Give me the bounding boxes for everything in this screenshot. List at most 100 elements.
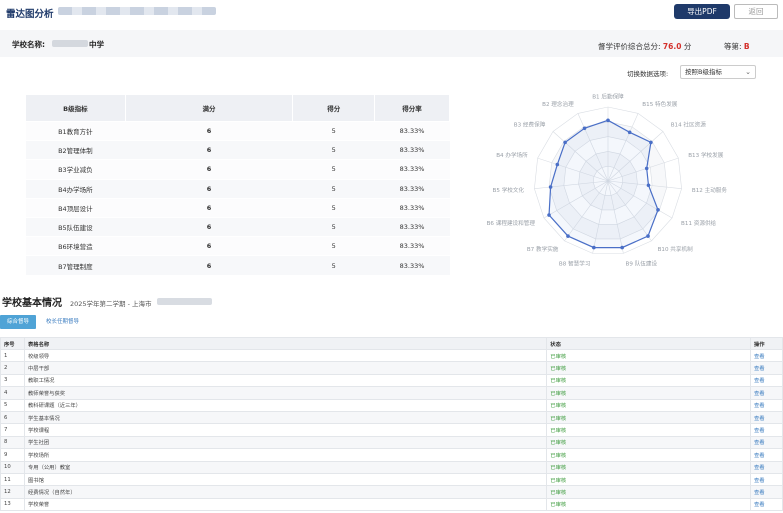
table-cell: 教师荣誉与获奖: [23, 386, 548, 400]
radar-axis-label: B13 学校发展: [688, 151, 724, 159]
table-cell: 11: [0, 472, 25, 487]
table-cell: 5: [0, 398, 25, 412]
b-table-cell: 83.33%: [374, 140, 450, 160]
b-table-header-row: B级指标 满分 得分 得分率: [25, 94, 450, 122]
radar-point: [646, 183, 651, 188]
table-cell: 学校课程: [23, 423, 548, 437]
data-option-selected: 按照B级指标: [685, 68, 722, 76]
b-table-row: B6环境营造 6 5 83.33%: [25, 236, 450, 256]
basic-info-table: 序号 表格名称 状态 操作 1 校级领导 已审核 查看 2 中层干部 已审核 查看 3 教职工情况…: [0, 337, 783, 512]
table-cell: 6: [0, 410, 25, 425]
b-indicator-table: B级指标 满分 得分 得分率 B1教育方针 6 5 83.33% B2管理体制 6 5 83.…: [25, 94, 450, 275]
b-table-header: 得分率: [374, 94, 450, 122]
radar-axis-label: B7 教学实施: [527, 245, 559, 253]
b-table-cell: 83.33%: [374, 255, 450, 275]
view-link[interactable]: 查看: [750, 386, 783, 400]
b-table-cell: 6: [125, 197, 293, 218]
total-score: 督学评价综合总分: 76.0 分: [598, 41, 691, 52]
table-row: 10 专用（公用）教室 已审核 查看: [0, 460, 783, 474]
view-link[interactable]: 查看: [750, 435, 783, 450]
table-row: 2 中层干部 已审核 查看: [0, 361, 783, 375]
status-text: 已审核: [546, 410, 751, 425]
b-table-cell: 6: [125, 178, 293, 199]
status-text: 已审核: [546, 361, 751, 375]
table-cell: 学生基本情况: [23, 410, 548, 425]
table-cell: 专用（公用）教室: [23, 460, 548, 474]
table-cell: 7: [0, 423, 25, 437]
radar-axis-label: B15 特色发展: [642, 100, 678, 108]
view-link[interactable]: 查看: [750, 472, 783, 487]
view-link[interactable]: 查看: [750, 398, 783, 412]
b-table-cell: 5: [292, 255, 375, 275]
table-row: 4 教师荣誉与获奖 已审核 查看: [0, 386, 783, 400]
table-cell: 3: [0, 373, 25, 388]
b-table-row: B7管理制度 6 5 83.33%: [25, 255, 450, 275]
radar-axis-label: B9 队伍建设: [626, 260, 658, 267]
radar-axis-label: B2 理念治理: [542, 100, 574, 108]
table-cell: 13: [0, 497, 25, 512]
b-table-row: B1教育方针 6 5 83.33%: [25, 120, 450, 141]
table-cell: 经费情况（自然年）: [23, 485, 548, 499]
view-link[interactable]: 查看: [750, 485, 783, 499]
data-option-select[interactable]: 按照B级指标 ⌄: [680, 65, 756, 79]
b-table-cell: 83.33%: [374, 216, 450, 237]
radar-axis-label: B12 主动服务: [692, 186, 728, 194]
radar-point: [606, 118, 610, 123]
redacted-school-prefix: [52, 40, 88, 47]
total-score-unit: 分: [683, 42, 692, 51]
table-cell: 2: [0, 361, 25, 375]
section-subtitle: 2025学年第二学期 - 上海市: [70, 300, 152, 308]
table-cell: 校级领导: [23, 348, 548, 363]
view-link[interactable]: 查看: [750, 448, 783, 462]
b-table-cell: 5: [292, 236, 375, 256]
view-link[interactable]: 查看: [750, 348, 783, 363]
radar-axis-label: B4 办学场所: [496, 151, 528, 159]
back-button[interactable]: 返回: [734, 4, 778, 19]
table-cell: 学校荣誉: [23, 497, 548, 512]
total-score-label: 督学评价综合总分:: [598, 42, 661, 51]
radar-axis-label: B14 社区资源: [671, 121, 707, 129]
b-table-cell: 83.33%: [374, 197, 450, 218]
view-link[interactable]: 查看: [750, 460, 783, 474]
export-pdf-button[interactable]: 导出PDF: [674, 4, 730, 19]
b-table-cell: B4顶层设计: [25, 197, 126, 218]
tab-principal-term[interactable]: 校长任期督导: [40, 315, 85, 329]
view-link[interactable]: 查看: [750, 423, 783, 437]
b-table-cell: B6环境营造: [25, 236, 126, 256]
b-table-cell: 6: [125, 120, 293, 141]
table-cell: 教科研课题（近三年）: [23, 398, 548, 412]
table-row: 6 学生基本情况 已审核 查看: [0, 410, 783, 425]
status-text: 已审核: [546, 398, 751, 412]
table-row: 13 学校荣誉 已审核 查看: [0, 497, 783, 512]
table-cell: 4: [0, 386, 25, 400]
status-text: 已审核: [546, 448, 751, 462]
b-table-header: B级指标: [25, 94, 126, 122]
tab-comprehensive[interactable]: 综合督导: [0, 315, 36, 329]
school-name-label: 学校名称:: [12, 40, 45, 49]
b-table-cell: B1教育方针: [25, 120, 126, 141]
b-table-cell: B5队伍建设: [25, 216, 126, 237]
b-table-row: B3学业减负 6 5 83.33%: [25, 159, 450, 180]
view-link[interactable]: 查看: [750, 497, 783, 512]
view-link[interactable]: 查看: [750, 373, 783, 388]
table-cell: 10: [0, 460, 25, 474]
b-table-header: 满分: [124, 94, 294, 122]
b-table-header: 得分: [292, 94, 376, 122]
basic-table-header: 操作: [750, 337, 783, 350]
table-row: 12 经费情况（自然年） 已审核 查看: [0, 485, 783, 499]
grade: 等第: B: [724, 41, 750, 52]
radar-axis-label: B5 学校文化: [493, 186, 525, 194]
b-table-cell: 5: [292, 159, 375, 180]
b-table-cell: 6: [125, 140, 293, 160]
radar-point: [582, 126, 587, 131]
b-table-cell: 83.33%: [374, 236, 450, 256]
radar-point: [646, 234, 650, 238]
view-link[interactable]: 查看: [750, 410, 783, 425]
view-link[interactable]: 查看: [750, 361, 783, 375]
b-table-cell: 5: [292, 120, 375, 141]
basic-table-header: 序号: [0, 337, 25, 350]
status-text: 已审核: [546, 435, 751, 450]
b-table-cell: 6: [125, 159, 293, 180]
radar-axis-label: B11 资源供给: [681, 219, 717, 227]
redacted-location: [157, 298, 212, 305]
